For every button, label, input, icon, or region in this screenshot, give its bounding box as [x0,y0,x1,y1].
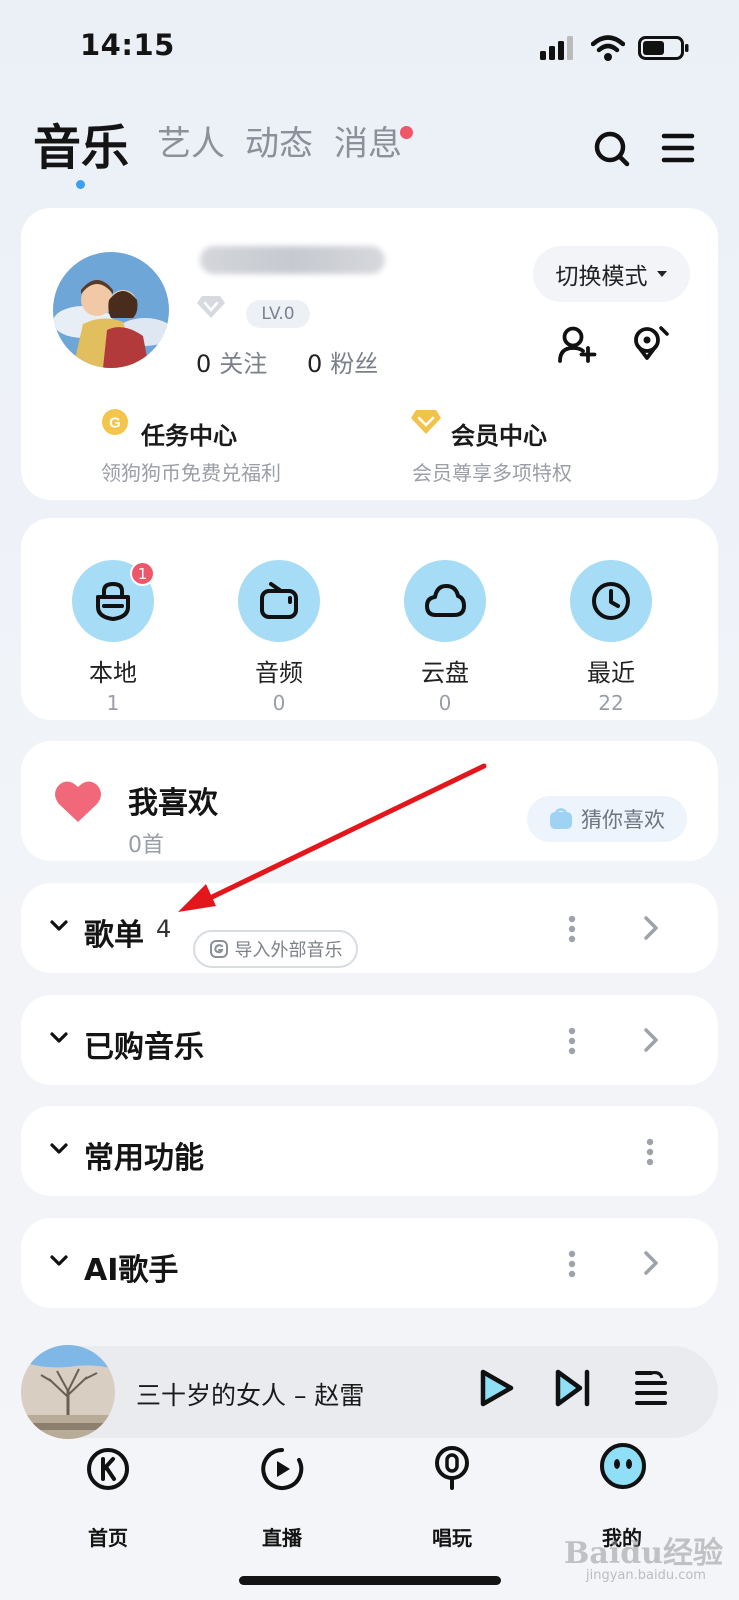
tab-messages[interactable]: 消息 [334,116,402,165]
diamond-level-icon [197,296,225,318]
shortcut-local-label: 本地 [89,659,137,687]
ai-singer-title: AI歌手 [84,1253,179,1288]
tab-feed[interactable]: 动态 [245,116,313,165]
shortcut-recent-label: 最近 [587,659,635,687]
svg-text:G: G [109,415,121,432]
heart-icon [55,781,101,822]
live-icon [261,1448,304,1490]
shortcut-recent-count: 22 [598,691,624,715]
mic-icon [435,1446,469,1490]
now-playing-title[interactable]: 三十岁的女人 – 赵雷 [136,1376,364,1412]
vip-center-title: 会员中心 [451,422,547,450]
shortcut-audio[interactable] [238,560,320,642]
shortcut-audio-count: 0 [272,691,286,715]
import-external-music-label: 导入外部音乐 [234,940,343,961]
nav-live-label: 直播 [262,1526,302,1550]
album-cover[interactable] [21,1345,115,1439]
task-center-subtitle: 领狗狗币免费兑福利 [101,461,281,485]
messages-unread-dot [400,126,413,139]
tab-artists[interactable]: 艺人 [157,116,225,165]
guess-you-like-label: 猜你喜欢 [581,808,665,832]
guess-you-like-button[interactable]: 猜你喜欢 [527,796,687,842]
nav-home-label: 首页 [88,1526,128,1550]
task-center-title: 任务中心 [141,422,237,450]
level-badge: LV.0 [246,300,310,328]
next-track-icon[interactable] [554,1367,592,1409]
shortcut-cloud-label: 云盘 [421,659,469,687]
playlists-title: 歌单 [84,918,144,953]
switch-mode-button[interactable]: 切换模式 [533,246,690,302]
shortcut-cloud-count: 0 [438,691,452,715]
more-options-icon[interactable] [645,1137,655,1167]
import-icon [209,940,228,958]
chevron-down-icon[interactable] [49,919,69,933]
watermark: Baidu经验 [564,1536,723,1571]
playlists-count: 4 [156,915,172,943]
more-options-icon[interactable] [567,1249,577,1279]
status-time: 14:15 [80,28,175,62]
following-count[interactable]: 0 关注 [196,344,267,379]
shortcut-recent[interactable] [570,560,652,642]
vip-diamond-icon [411,410,441,434]
gold-coin-icon: G [102,409,128,435]
search-icon[interactable] [592,129,632,169]
mic-music-icon[interactable] [631,324,671,364]
chevron-down-icon[interactable] [49,1142,69,1156]
chevron-down-icon[interactable] [49,1254,69,1268]
clock-icon [592,582,630,620]
watermark-url: jingyan.baidu.com [586,1568,706,1583]
mini-player[interactable] [21,1346,718,1438]
shortcut-audio-label: 音频 [255,659,303,687]
chevron-right-icon[interactable] [642,914,660,942]
dropdown-caret-icon [656,271,667,277]
chevron-right-icon[interactable] [642,1249,660,1277]
import-external-music-button[interactable]: 导入外部音乐 [193,930,358,968]
battery-icon [638,36,689,60]
local-music-icon [96,581,130,621]
local-badge: 1 [130,561,155,586]
favorites-count: 0首 [128,833,164,858]
shortcut-cloud[interactable] [404,560,486,642]
home-k-icon [87,1448,129,1490]
switch-mode-label: 切换模式 [555,264,648,290]
vip-center-subtitle: 会员尊享多项特权 [412,461,572,485]
tab-music[interactable]: 音乐 [33,108,129,178]
more-options-icon[interactable] [567,914,577,944]
chevron-down-icon[interactable] [49,1031,69,1045]
play-icon[interactable] [478,1367,516,1409]
nav-sing-label: 唱玩 [432,1526,472,1550]
common-functions-title: 常用功能 [84,1141,204,1176]
fans-count[interactable]: 0 粉丝 [307,344,378,379]
radio-icon [260,582,298,619]
recommend-icon [550,808,572,829]
shortcut-local-count: 1 [106,691,120,715]
playlist-queue-icon[interactable] [634,1369,668,1407]
chevron-right-icon[interactable] [642,1026,660,1054]
cloud-icon [425,584,466,617]
avatar[interactable] [53,252,169,368]
home-indicator[interactable] [239,1576,501,1585]
me-avatar-icon [600,1443,646,1489]
username-blurred [200,246,385,274]
more-options-icon[interactable] [567,1026,577,1056]
cellular-signal-icon [540,36,573,60]
add-friend-icon[interactable] [557,326,597,364]
active-tab-indicator [76,180,85,189]
purchased-title: 已购音乐 [84,1030,204,1065]
wifi-icon [591,35,625,61]
favorites-title: 我喜欢 [128,786,218,821]
menu-icon[interactable] [661,132,695,164]
